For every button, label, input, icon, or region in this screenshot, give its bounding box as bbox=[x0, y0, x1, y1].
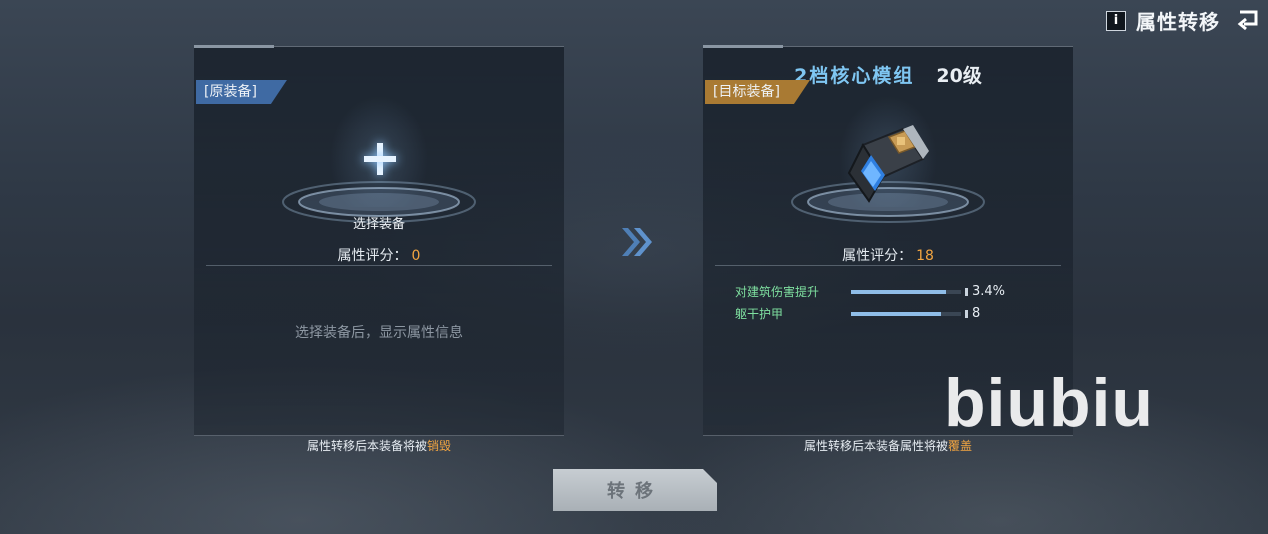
double-chevron-right-icon bbox=[622, 228, 652, 256]
score-label: 属性评分： bbox=[842, 248, 913, 264]
attribute-bar bbox=[851, 311, 961, 316]
add-equipment-icon[interactable] bbox=[364, 143, 396, 175]
watermark: biubiu bbox=[944, 365, 1154, 441]
score-label: 属性评分： bbox=[337, 248, 408, 264]
back-button[interactable] bbox=[1230, 7, 1260, 35]
attribute-bar bbox=[851, 289, 961, 294]
transfer-button[interactable]: 转移 bbox=[553, 469, 717, 511]
score-value: 18 bbox=[916, 248, 934, 264]
attribute-bar-fill bbox=[851, 311, 942, 316]
footnote-warning: 销毁 bbox=[427, 439, 452, 453]
attribute-row: 躯干护甲 8 bbox=[735, 305, 980, 322]
background bbox=[0, 0, 1268, 534]
item-level: 20级 bbox=[936, 65, 982, 87]
footnote-text: 属性转移后本装备将被 bbox=[306, 439, 427, 453]
source-equipment-panel: [原装备] 选择装备 属性评分： 0 选择装备后，显示属性信息 bbox=[194, 45, 564, 436]
attribute-value: 8 bbox=[972, 306, 981, 321]
item-name: 2档核心模组 bbox=[794, 65, 915, 87]
footnote-text: 属性转移后本装备属性将被 bbox=[803, 439, 948, 453]
attribute-row: 对建筑伤害提升 3.4% bbox=[735, 283, 1005, 300]
select-equipment-label[interactable]: 选择装备 bbox=[194, 213, 564, 232]
attribute-hint: 选择装备后，显示属性信息 bbox=[295, 325, 463, 341]
attribute-name: 躯干护甲 bbox=[735, 307, 784, 321]
attribute-name: 对建筑伤害提升 bbox=[735, 285, 820, 299]
top-bar: i 属性转移 bbox=[1106, 6, 1260, 35]
bar-end-marker bbox=[965, 287, 968, 296]
target-score: 属性评分： 18 bbox=[703, 245, 1073, 265]
source-tag: [原装备] bbox=[196, 80, 287, 104]
info-icon[interactable]: i bbox=[1106, 10, 1126, 31]
target-tag: [目标装备] bbox=[705, 80, 810, 104]
divider bbox=[206, 265, 552, 266]
source-footnote: 属性转移后本装备将被销毁 bbox=[194, 437, 564, 454]
divider bbox=[715, 265, 1061, 266]
source-score: 属性评分： 0 bbox=[194, 245, 564, 265]
bar-end-marker bbox=[965, 309, 968, 318]
return-arrow-icon bbox=[1237, 10, 1258, 30]
core-module-icon[interactable] bbox=[841, 125, 931, 205]
page-title: 属性转移 bbox=[1136, 10, 1220, 34]
attribute-value: 3.4% bbox=[972, 284, 1006, 299]
score-value: 0 bbox=[411, 248, 421, 264]
attribute-bar-fill bbox=[851, 289, 946, 294]
